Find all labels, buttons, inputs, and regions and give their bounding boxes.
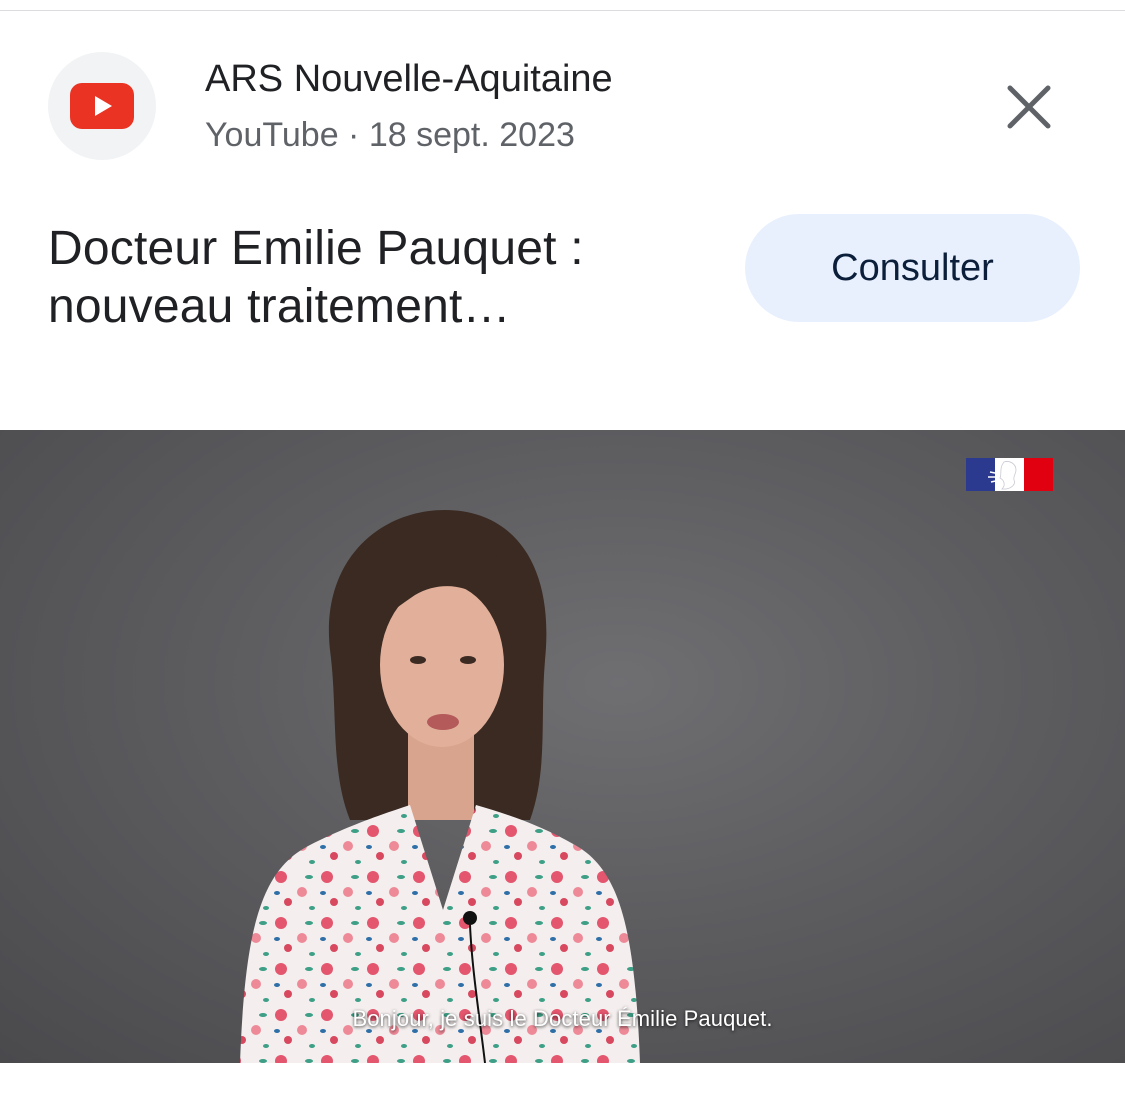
consult-button[interactable]: Consulter — [745, 214, 1080, 322]
video-thumbnail[interactable]: Bonjour, je suis le Docteur Émilie Pauqu… — [0, 430, 1125, 1063]
marianne-flag-icon — [966, 458, 1053, 491]
speaker-photo — [240, 510, 640, 1063]
close-button[interactable] — [996, 74, 1062, 140]
title-line-2: nouveau traitement… — [48, 280, 511, 333]
divider — [0, 10, 1125, 11]
publish-date: 18 sept. 2023 — [368, 116, 575, 154]
source-meta: YouTube · 18 sept. 2023 — [205, 114, 575, 156]
meta-separator: · — [338, 116, 369, 154]
youtube-icon — [70, 83, 134, 129]
close-icon — [1007, 85, 1051, 129]
search-result-card: ARS Nouvelle-Aquitaine YouTube · 18 sept… — [0, 0, 1125, 1096]
title-line-1: Docteur Emilie Pauquet : — [48, 222, 584, 275]
source-avatar — [48, 52, 156, 160]
platform-name: YouTube — [205, 116, 339, 154]
video-caption: Bonjour, je suis le Docteur Émilie Pauqu… — [352, 1006, 773, 1031]
result-title[interactable]: Docteur Emilie Pauquet : nouveau traitem… — [48, 220, 698, 336]
source-name[interactable]: ARS Nouvelle-Aquitaine — [205, 56, 613, 102]
